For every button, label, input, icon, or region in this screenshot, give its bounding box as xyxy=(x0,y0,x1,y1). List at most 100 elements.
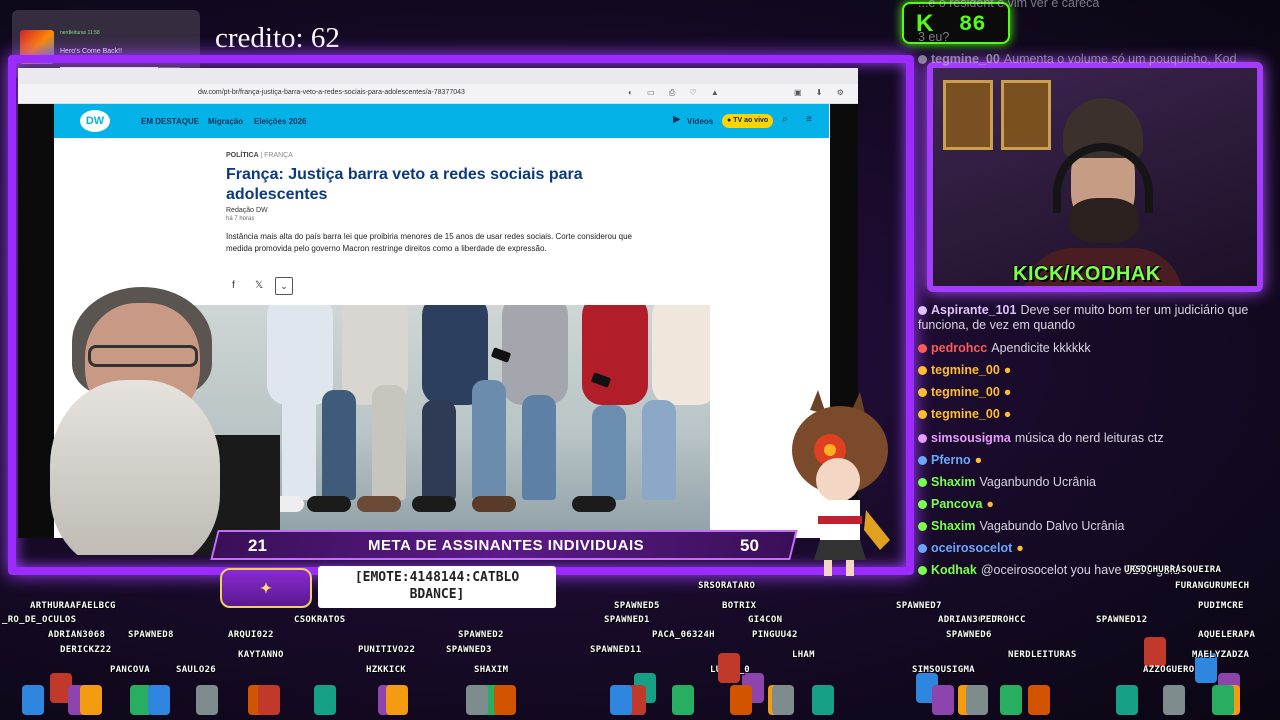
chat-username[interactable]: Pancova xyxy=(931,497,982,511)
avatar-sprite xyxy=(1144,637,1166,667)
chat-message: Pferno ● xyxy=(918,453,1278,468)
chat-username[interactable]: tegmine_00 xyxy=(931,385,1000,399)
avatar-name: CSOKRATOS xyxy=(294,615,346,625)
chat-text: ...e o resident e vim ver e careca xyxy=(918,0,1100,10)
chat-username[interactable]: Pferno xyxy=(931,453,971,467)
chat-username[interactable]: oceirosocelot xyxy=(931,541,1012,555)
avatar-name: AZZOGUERO xyxy=(1143,665,1195,675)
chat-message: Aspirante_101 Deve ser muito bom ter um j… xyxy=(918,303,1278,333)
avatar-sprite xyxy=(258,685,280,715)
chat-badge-icon xyxy=(918,566,927,576)
music-source: nerdleituras 11:58 xyxy=(60,30,100,36)
emote-icon: ● xyxy=(1016,541,1024,555)
avatar-sprite xyxy=(672,685,694,715)
avatar-sprite xyxy=(314,685,336,715)
chat-message: Pancova ● xyxy=(918,497,1278,512)
chat-message: ...e o resident e vim ver e careca xyxy=(918,0,1278,11)
chat-message: tegmine_00 ● xyxy=(918,363,1278,378)
avatar-name: SPAWNED1 xyxy=(604,615,650,625)
avatar-sprite xyxy=(1212,685,1234,715)
article-time: há 7 horas xyxy=(226,216,255,222)
avatar-name: HZKKICK xyxy=(366,665,407,675)
toolbar-icons[interactable]: ▣ ⬇ ⚙ xyxy=(794,88,850,97)
chat-message: simsousigma música do nerd leituras ctz xyxy=(918,431,1278,446)
avatar-sprite xyxy=(148,685,170,715)
chat-username[interactable]: tegmine_00 xyxy=(931,407,1000,421)
video-icon[interactable]: ▶ xyxy=(673,114,681,125)
glasses-icon xyxy=(88,345,198,367)
chat-message: tegmine_00 ● xyxy=(918,385,1278,400)
avatar-name: GI4CON xyxy=(748,615,783,625)
avatar-sprite xyxy=(966,685,988,715)
chat-username[interactable]: Aspirante_101 xyxy=(931,303,1016,317)
nav-videos[interactable]: Vídeos xyxy=(687,117,713,126)
nav-eleicoes[interactable]: Eleições 2026 xyxy=(254,117,306,126)
avatar-name: SIMSOUSIGMA xyxy=(912,665,975,675)
avatar-sprite xyxy=(80,685,102,715)
menu-icon[interactable]: ≡ xyxy=(806,114,812,125)
avatar-name: PANCOVA xyxy=(110,665,151,675)
avatar-name: LHAM xyxy=(792,650,815,660)
chat-username[interactable]: pedrohcc xyxy=(931,341,987,355)
avatar-name: PACA_06324H xyxy=(652,630,715,640)
chat-username[interactable]: Kodhak xyxy=(931,563,977,577)
chat-username[interactable]: simsousigma xyxy=(931,431,1011,445)
chat-message: 3 eu? xyxy=(918,30,1278,45)
avatar-sprite xyxy=(718,653,740,683)
dw-logo[interactable]: DW xyxy=(80,110,110,132)
avatar-name: SPAWNED2 xyxy=(458,630,504,640)
tv-live-button[interactable]: ● TV ao vivo xyxy=(722,114,774,128)
chat-text: Vagabundo Dalvo Ucrânia xyxy=(979,519,1125,533)
avatar-sprite xyxy=(772,685,794,715)
avatar-name: ADRIAN3068 xyxy=(48,630,106,640)
chat-message: oceirosocelot ● xyxy=(918,541,1278,556)
avatar-name: ARQUI022 xyxy=(228,630,274,640)
nav-migracao[interactable]: Migração xyxy=(208,117,243,126)
chat-badge-icon xyxy=(918,306,927,316)
avatar-sprite xyxy=(1163,685,1185,715)
chat-badge-icon xyxy=(918,434,927,444)
chat-username[interactable]: tegmine_00 xyxy=(931,52,1000,66)
avatar-sprite xyxy=(386,685,408,715)
avatar-name: PEDROHCC xyxy=(980,615,1026,625)
chat-badge-icon xyxy=(918,410,927,420)
chat-message: tegmine_00 Aumenta o volume só um pouquin… xyxy=(918,52,1278,67)
nav-em-destaque[interactable]: EM DESTAQUE xyxy=(141,117,199,126)
avatar-name: PINGUU42 xyxy=(752,630,798,640)
avatar-sprite xyxy=(196,685,218,715)
chat-username[interactable]: tegmine_00 xyxy=(931,363,1000,377)
article-category[interactable]: POLÍTICA | FRANÇA xyxy=(226,152,293,159)
url-text[interactable]: dw.com/pt-br/frança-justiça-barra-veto-a… xyxy=(198,89,465,96)
viewer-avatars: ARTHURAAFAELBCG _RO_DE_OCULOS ADRIAN3068 DE… xyxy=(0,565,1280,720)
avatar-name: NERDLEITURAS xyxy=(1008,650,1077,660)
chat-badge-icon xyxy=(918,456,927,466)
avatar-name: FURANGURUMECH xyxy=(1175,581,1250,591)
address-bar[interactable]: dw.com/pt-br/frança-justiça-barra-veto-a… xyxy=(18,84,858,104)
emote-icon: ● xyxy=(974,453,983,467)
avatar-name: _RO_DE_OCULOS xyxy=(2,615,77,625)
avatar-name: BOTRIX xyxy=(722,601,757,611)
chat-text: Vaganbundo Ucrânia xyxy=(979,475,1096,489)
address-bar-icons[interactable]: ◐ ▭ ⎙ ♡ ▲ xyxy=(628,88,725,98)
chat-message: tegmine_00 ● xyxy=(918,407,1278,422)
chat-badge-icon xyxy=(918,478,927,488)
avatar-name: SPAWNED6 xyxy=(946,630,992,640)
song-title: Hero's Come Back!! xyxy=(60,48,123,55)
avatar-name: SPAWNED5 xyxy=(614,601,660,611)
avatar-name: SPAWNED3 xyxy=(446,645,492,655)
avatar-name: ARTHURAAFAELBCG xyxy=(30,601,116,611)
tab-bar[interactable] xyxy=(18,68,858,84)
chat-username[interactable]: Shaxim xyxy=(931,475,975,489)
avatar-name: URSOCHURRASQUEIRA xyxy=(1124,565,1222,575)
avatar-name: AQUELERAPA xyxy=(1198,630,1256,640)
search-icon[interactable]: ⌕ xyxy=(782,114,788,125)
avatar-sprite xyxy=(1000,685,1022,715)
avatar-name: PUNITIVO22 xyxy=(358,645,416,655)
chat-message: Shaxim Vagabundo Dalvo Ucrânia xyxy=(918,519,1278,534)
article-author[interactable]: Redação DW xyxy=(226,207,268,214)
avatar-name: KAYTANNO xyxy=(238,650,284,660)
avatar-name: SAULO26 xyxy=(176,665,217,675)
chat-badge-icon xyxy=(918,522,927,532)
chat-username[interactable]: Shaxim xyxy=(931,519,975,533)
chat-message: pedrohcc Apendicite kkkkkk xyxy=(918,341,1278,356)
